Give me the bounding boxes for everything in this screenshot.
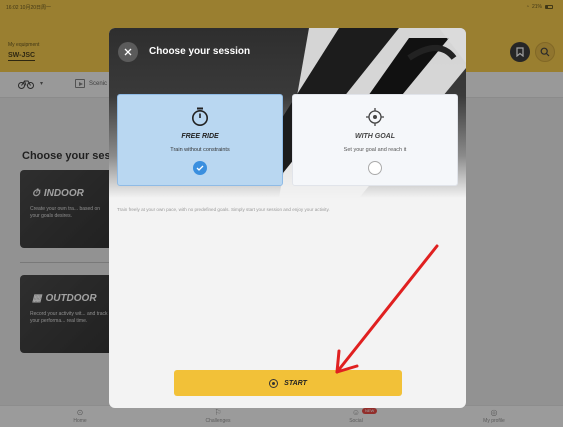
start-button[interactable]: START [174, 370, 402, 396]
option-with-goal-description: Set your goal and reach it [343, 147, 407, 153]
option-free-ride[interactable]: FREE RIDE Train without constraints [117, 94, 283, 186]
option-free-ride-title: FREE RIDE [181, 133, 219, 140]
modal-title: Choose your session [149, 46, 251, 57]
check-icon [196, 165, 204, 171]
option-free-ride-radio[interactable] [193, 161, 207, 175]
target-icon [293, 107, 457, 127]
option-free-ride-description: Train without constraints [170, 147, 230, 153]
start-label: START [284, 379, 307, 387]
start-icon [269, 378, 279, 388]
session-description: Train freely at your own pace, with no p… [117, 207, 330, 212]
option-with-goal[interactable]: WITH GOAL Set your goal and reach it [292, 94, 458, 186]
session-modal: Choose your session FREE RIDE Train with… [109, 28, 466, 408]
option-with-goal-title: WITH GOAL [354, 133, 396, 140]
option-with-goal-radio[interactable] [368, 161, 382, 175]
stopwatch-icon [118, 107, 282, 127]
close-button[interactable] [118, 42, 138, 62]
close-icon [124, 48, 132, 56]
